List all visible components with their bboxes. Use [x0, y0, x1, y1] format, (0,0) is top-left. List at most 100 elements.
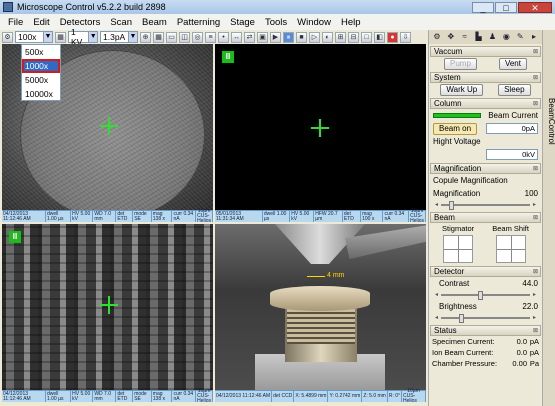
- magnification-select[interactable]: 100x ▼: [15, 31, 53, 43]
- menu-beam[interactable]: Beam: [137, 17, 172, 28]
- palette-icon[interactable]: ◐: [322, 31, 333, 43]
- beam-shift-pad[interactable]: [495, 235, 526, 263]
- slider-thumb[interactable]: [477, 291, 483, 300]
- menu-window[interactable]: Window: [292, 17, 336, 28]
- minimize-button[interactable]: _: [472, 1, 494, 13]
- pause-icon[interactable]: ⏸: [283, 31, 294, 43]
- grid-icon[interactable]: ▦: [153, 31, 164, 43]
- contrast-slider[interactable]: ◂ ▸: [435, 290, 536, 300]
- slider-thumb[interactable]: [449, 201, 455, 210]
- single-view-icon[interactable]: □: [361, 31, 372, 43]
- info-field: HV 5.00 kV: [71, 391, 94, 402]
- slider-left-icon[interactable]: ◂: [435, 201, 438, 208]
- mag-option[interactable]: 10000x: [22, 87, 60, 101]
- menu-stage[interactable]: Stage: [225, 17, 260, 28]
- pause-icon[interactable]: II: [222, 51, 234, 63]
- menu-scan[interactable]: Scan: [105, 17, 137, 28]
- pin-icon[interactable]: ⊠: [533, 326, 540, 335]
- settings-icon[interactable]: ⚙: [2, 31, 13, 43]
- measure-icon[interactable]: ↔: [231, 31, 242, 43]
- wave-icon[interactable]: ≈: [459, 31, 471, 42]
- status-section-header[interactable]: Status ⊠: [430, 325, 541, 336]
- info-field: det ETD: [116, 391, 134, 402]
- pin-icon[interactable]: ⊠: [533, 73, 540, 82]
- menu-detectors[interactable]: Detectors: [55, 17, 106, 28]
- more-icon[interactable]: ▸: [528, 31, 540, 42]
- column-section-header[interactable]: Column ⊠: [430, 98, 541, 109]
- pin-icon[interactable]: ⊠: [533, 213, 540, 222]
- magnification-section-header[interactable]: Magnification ⊠: [430, 163, 541, 174]
- slider-right-icon[interactable]: ▸: [533, 201, 536, 208]
- settings-icon[interactable]: ⚙: [431, 31, 443, 42]
- pump-button[interactable]: Pump: [444, 57, 477, 70]
- tools-icon[interactable]: ✎: [514, 31, 526, 42]
- detector-section-header[interactable]: Detector ⊠: [430, 266, 541, 277]
- record-icon[interactable]: ●: [387, 31, 398, 43]
- sleep-button[interactable]: Sleep: [498, 83, 531, 96]
- mag-option-selected[interactable]: 1000x: [22, 59, 60, 73]
- maximize-button[interactable]: □: [495, 1, 517, 13]
- quad-view-icon[interactable]: ⊟: [348, 31, 359, 43]
- stage-icon[interactable]: ✥: [445, 31, 457, 42]
- info-field: R: 0°: [388, 391, 402, 402]
- eye-icon[interactable]: ◉: [500, 31, 512, 42]
- high-voltage-field[interactable]: 0kV: [486, 149, 538, 160]
- line-scan-icon[interactable]: ≡: [205, 31, 216, 43]
- menu-file[interactable]: File: [3, 17, 28, 28]
- system-section-header[interactable]: System ⊠: [430, 72, 541, 83]
- kv-select[interactable]: 1 KV ▼: [68, 27, 98, 47]
- crosshair-icon[interactable]: ⊕: [140, 31, 151, 43]
- instrument-name: CUS-Helios: [403, 393, 417, 404]
- info-field: Z: 5.0 mm: [362, 391, 388, 402]
- overlay-icon[interactable]: ◧: [374, 31, 385, 43]
- beam-control-side-tab[interactable]: BeamControl: [542, 30, 555, 406]
- pin-icon[interactable]: ⊠: [533, 47, 540, 56]
- layout-icon[interactable]: ⊞: [335, 31, 346, 43]
- drift-icon[interactable]: ⇄: [244, 31, 255, 43]
- wakeup-button[interactable]: Wark Up: [440, 83, 484, 96]
- zoom-icon[interactable]: ◎: [192, 31, 203, 43]
- beam-section-header[interactable]: Beam ⊠: [430, 212, 541, 223]
- close-button[interactable]: ✕: [518, 1, 552, 13]
- slider-right-icon[interactable]: ▸: [533, 291, 536, 298]
- chart-icon[interactable]: ▙: [473, 31, 485, 42]
- pause-icon[interactable]: II: [9, 231, 21, 243]
- magnification-dropdown: 500x 1000x 5000x 10000x: [21, 44, 61, 101]
- status-label: Chamber Pressure:: [432, 359, 498, 368]
- mag-option[interactable]: 500x: [22, 45, 60, 59]
- menu-tools[interactable]: Tools: [260, 17, 292, 28]
- stigmator-pad[interactable]: [443, 235, 474, 263]
- viewport-ion-image[interactable]: II: [215, 44, 426, 210]
- pin-icon[interactable]: ⊠: [533, 99, 540, 108]
- play-icon[interactable]: ▶: [270, 31, 281, 43]
- slider-left-icon[interactable]: ◂: [435, 314, 438, 321]
- mag-option[interactable]: 5000x: [22, 73, 60, 87]
- spot-icon[interactable]: •: [218, 31, 229, 43]
- brightness-slider[interactable]: ◂ ▸: [435, 313, 536, 323]
- viewport-pattern-image[interactable]: II: [2, 224, 213, 390]
- snapshot-icon[interactable]: ▣: [257, 31, 268, 43]
- frame-icon[interactable]: ▭: [166, 31, 177, 43]
- viewport-chamber-camera[interactable]: 4 mm: [215, 224, 426, 390]
- menu-edit[interactable]: Edit: [28, 17, 54, 28]
- stop-icon[interactable]: ■: [296, 31, 307, 43]
- person-icon[interactable]: ♟: [487, 31, 499, 42]
- export-icon[interactable]: ⇩: [400, 31, 411, 43]
- info-field: dwell 1.00 µs: [46, 211, 72, 222]
- filter-icon[interactable]: ◫: [179, 31, 190, 43]
- current-select[interactable]: 1.3pA ▼: [100, 31, 138, 43]
- magnification-slider[interactable]: ◂ ▸: [435, 200, 536, 210]
- scan-mode-icon[interactable]: ▦: [55, 31, 66, 43]
- video-icon[interactable]: ▷: [309, 31, 320, 43]
- menu-patterning[interactable]: Patterning: [172, 17, 225, 28]
- pin-icon[interactable]: ⊠: [533, 267, 540, 276]
- vent-button[interactable]: Vent: [498, 57, 527, 70]
- slider-right-icon[interactable]: ▸: [533, 314, 536, 321]
- vacuum-section-header[interactable]: Vaccum ⊠: [430, 46, 541, 57]
- menu-help[interactable]: Help: [336, 17, 366, 28]
- slider-thumb[interactable]: [459, 314, 465, 323]
- pin-icon[interactable]: ⊠: [533, 164, 540, 173]
- beam-on-button[interactable]: Beam on: [433, 122, 478, 135]
- section-title: Detector: [434, 267, 465, 276]
- slider-left-icon[interactable]: ◂: [435, 291, 438, 298]
